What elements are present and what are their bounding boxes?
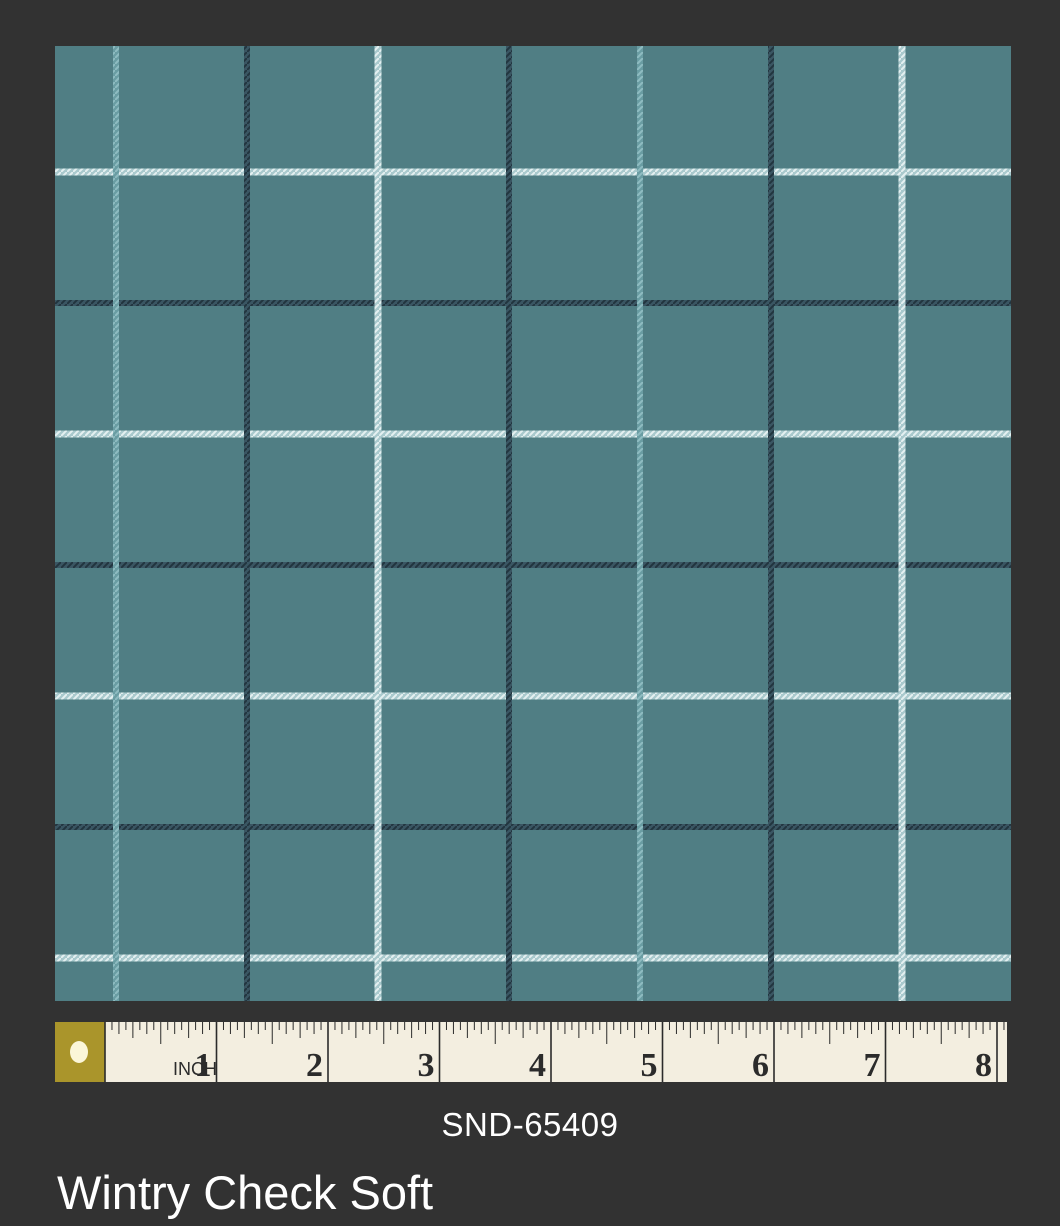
ruler-number: 7: [864, 1047, 881, 1082]
tape-clip: [55, 1022, 105, 1082]
ruler-number: 1: [195, 1047, 212, 1082]
fabric-ground: [55, 46, 1011, 1001]
vertical-stripe: [898, 46, 906, 1001]
product-sku: SND-65409: [441, 1106, 619, 1143]
horizontal-stripe: [55, 300, 1011, 306]
horizontal-stripe: [55, 824, 1011, 830]
ruler-number: 5: [641, 1047, 658, 1082]
vertical-stripe: [374, 46, 382, 1001]
fabric-swatch: [55, 46, 1011, 1001]
vertical-stripe: [244, 46, 250, 1001]
vertical-stripe: [113, 46, 119, 1001]
vertical-stripe: [768, 46, 774, 1001]
ruler-number: 4: [529, 1047, 546, 1082]
horizontal-stripe: [55, 954, 1011, 962]
horizontal-stripe: [55, 430, 1011, 438]
vertical-stripe: [506, 46, 512, 1001]
horizontal-stripe: [55, 692, 1011, 700]
ruler-number: 8: [975, 1047, 992, 1082]
horizontal-stripe: [55, 168, 1011, 176]
measuring-tape: INCH 12345678: [55, 1022, 1007, 1082]
horizontal-stripe: [55, 562, 1011, 568]
product-title: Wintry Check Soft: [57, 1166, 434, 1219]
ruler-number: 6: [752, 1047, 769, 1082]
vertical-stripe: [637, 46, 643, 1001]
ruler-number: 2: [306, 1047, 323, 1082]
ruler-number: 3: [418, 1047, 435, 1082]
